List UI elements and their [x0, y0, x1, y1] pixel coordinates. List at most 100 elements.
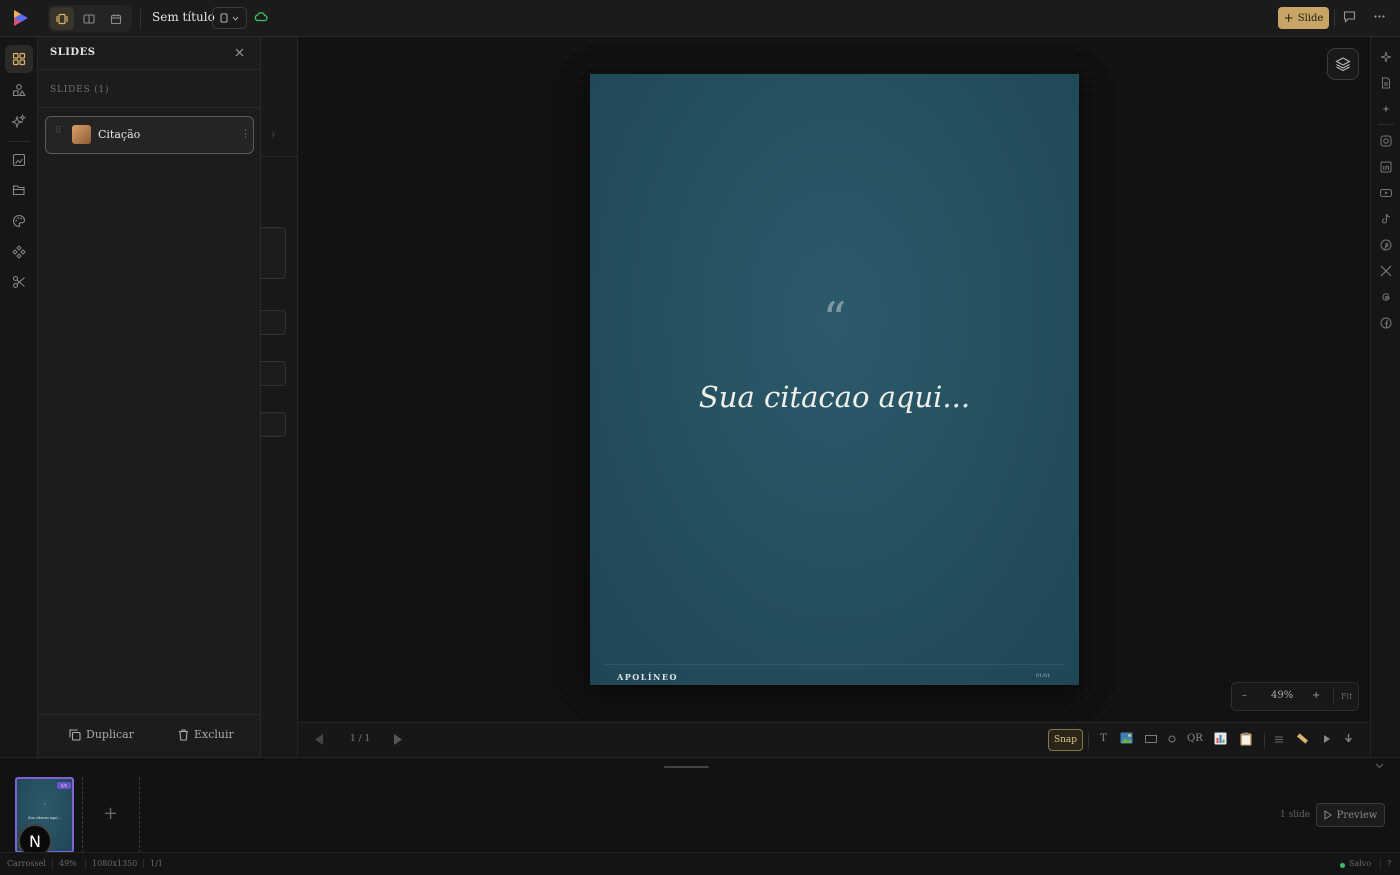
- calendar-view-icon[interactable]: [104, 7, 128, 30]
- chart-tool-icon[interactable]: [1214, 732, 1227, 745]
- zoom-fit-button[interactable]: Fit: [1341, 692, 1352, 701]
- slide-pager: 1 / 1: [350, 734, 371, 744]
- slide-artboard[interactable]: “ Sua citacao aqui... APOLÍNEO 01/01: [590, 74, 1079, 685]
- split-view-icon[interactable]: [77, 7, 101, 30]
- status-dimensions: 1080x1350: [85, 859, 137, 868]
- collapse-chevron-icon[interactable]: [1375, 763, 1384, 769]
- property-field[interactable]: [261, 361, 286, 386]
- app-logo-icon[interactable]: [9, 7, 31, 29]
- status-zoom: 49%: [52, 859, 77, 868]
- comment-icon[interactable]: [1343, 10, 1356, 23]
- delete-label: Excluir: [194, 728, 234, 741]
- slide-count: 1 slide: [1280, 810, 1311, 820]
- canvas-toolbar: 1 / 1 Snap T QR: [298, 722, 1370, 757]
- x-twitter-icon[interactable]: [1380, 265, 1392, 277]
- snap-toggle[interactable]: Snap: [1048, 729, 1083, 751]
- slide-list-item-label: Citação: [98, 128, 141, 141]
- magic-icon[interactable]: [1380, 103, 1392, 115]
- document-icon[interactable]: [1380, 77, 1392, 89]
- previous-slide-icon[interactable]: [314, 733, 324, 746]
- panel-footer: Duplicar Excluir: [38, 715, 261, 757]
- single-view-icon[interactable]: [50, 7, 74, 30]
- drop-zone-divider: [139, 777, 140, 853]
- threads-icon[interactable]: [1380, 291, 1392, 303]
- panel-title: SLIDES: [50, 47, 96, 58]
- rectangle-tool-icon[interactable]: [1145, 735, 1157, 743]
- sparkle-icon[interactable]: [1380, 51, 1392, 63]
- layers-button[interactable]: [1327, 48, 1359, 80]
- status-bar: Carrossel 49% 1080x1350 1/1 Salvo ?: [0, 852, 1400, 875]
- thumbnail-badge: 1/1: [57, 782, 71, 789]
- play-icon[interactable]: [1323, 734, 1331, 744]
- circle-tool-icon[interactable]: [1168, 735, 1176, 743]
- tiktok-icon[interactable]: [1380, 213, 1392, 225]
- zoom-value[interactable]: 49%: [1271, 690, 1293, 701]
- close-icon[interactable]: [235, 48, 244, 57]
- scissors-icon[interactable]: [5, 268, 33, 296]
- trash-icon: [179, 729, 188, 741]
- cloud-sync-icon[interactable]: [254, 11, 268, 22]
- left-tool-rail: [0, 37, 38, 757]
- format-dropdown[interactable]: [212, 7, 247, 29]
- folder-open-icon[interactable]: [5, 176, 33, 204]
- divider: [1088, 733, 1089, 748]
- instagram-icon[interactable]: [1380, 135, 1392, 147]
- image-import-icon[interactable]: [5, 146, 33, 174]
- clipboard-tool-icon[interactable]: [1240, 732, 1252, 746]
- right-tool-rail: [1370, 37, 1400, 757]
- divider: [1334, 9, 1335, 28]
- components-icon[interactable]: [5, 238, 33, 266]
- chevron-right-icon[interactable]: ›: [271, 128, 275, 141]
- resize-handle[interactable]: [664, 766, 709, 768]
- image-tool-icon[interactable]: [1120, 732, 1133, 744]
- slides-count-label: SLIDES (1): [50, 85, 110, 95]
- palette-icon[interactable]: [5, 207, 33, 235]
- ai-sparkle-icon[interactable]: [5, 107, 33, 135]
- shapes-icon[interactable]: [5, 76, 33, 104]
- add-slide-plus-button[interactable]: +: [103, 803, 118, 824]
- property-field[interactable]: [261, 227, 286, 279]
- linkedin-icon[interactable]: [1380, 161, 1392, 173]
- text-tool[interactable]: T: [1100, 733, 1107, 744]
- delete-button[interactable]: Excluir: [178, 728, 234, 741]
- add-slide-button[interactable]: + Slide: [1278, 7, 1329, 29]
- ruler-icon[interactable]: [1296, 732, 1309, 745]
- align-icon[interactable]: [1275, 735, 1283, 744]
- preview-button[interactable]: Preview: [1316, 803, 1385, 827]
- thumbnail-text: Sua citacao aqui...: [28, 816, 61, 820]
- property-field[interactable]: [261, 310, 286, 335]
- quote-text[interactable]: Sua citacao aqui...: [590, 380, 1079, 414]
- plus-icon: +: [1283, 11, 1294, 25]
- duplicate-label: Duplicar: [86, 728, 134, 741]
- pinterest-icon[interactable]: [1380, 239, 1392, 251]
- slide-page-number[interactable]: 01/01: [1036, 673, 1050, 679]
- copy-icon: [69, 728, 81, 741]
- play-outline-icon: [1324, 810, 1332, 820]
- property-field[interactable]: [261, 412, 286, 437]
- download-icon[interactable]: [1344, 733, 1353, 744]
- slide-list-item[interactable]: ⠿ Citação ⋮: [45, 116, 254, 154]
- status-mode: Carrossel: [7, 859, 46, 868]
- quote-mark[interactable]: “: [590, 296, 1079, 342]
- slide-brand[interactable]: APOLÍNEO: [617, 672, 678, 682]
- more-options-icon[interactable]: [1373, 10, 1386, 23]
- zoom-in-button[interactable]: +: [1312, 690, 1320, 701]
- status-saved: Salvo: [1349, 859, 1372, 868]
- drag-handle-icon[interactable]: ⠿: [55, 127, 62, 136]
- chevron-down-icon: [232, 16, 239, 21]
- slide-menu-icon[interactable]: ⋮: [240, 127, 251, 140]
- scroll-icon: [72, 125, 91, 144]
- slide-footer-divider: [604, 664, 1065, 665]
- facebook-icon[interactable]: [1380, 317, 1392, 329]
- help-button[interactable]: ?: [1380, 859, 1391, 868]
- duplicate-button[interactable]: Duplicar: [69, 728, 134, 741]
- document-title[interactable]: Sem título: [152, 10, 215, 24]
- qr-tool[interactable]: QR: [1187, 733, 1203, 744]
- divider: [38, 69, 261, 70]
- youtube-icon[interactable]: [1380, 187, 1392, 199]
- portrait-icon: [220, 13, 228, 23]
- zoom-out-button[interactable]: –: [1242, 690, 1247, 701]
- slides-grid-icon[interactable]: [5, 45, 33, 73]
- divider: [1264, 733, 1265, 748]
- next-slide-icon[interactable]: [393, 733, 403, 746]
